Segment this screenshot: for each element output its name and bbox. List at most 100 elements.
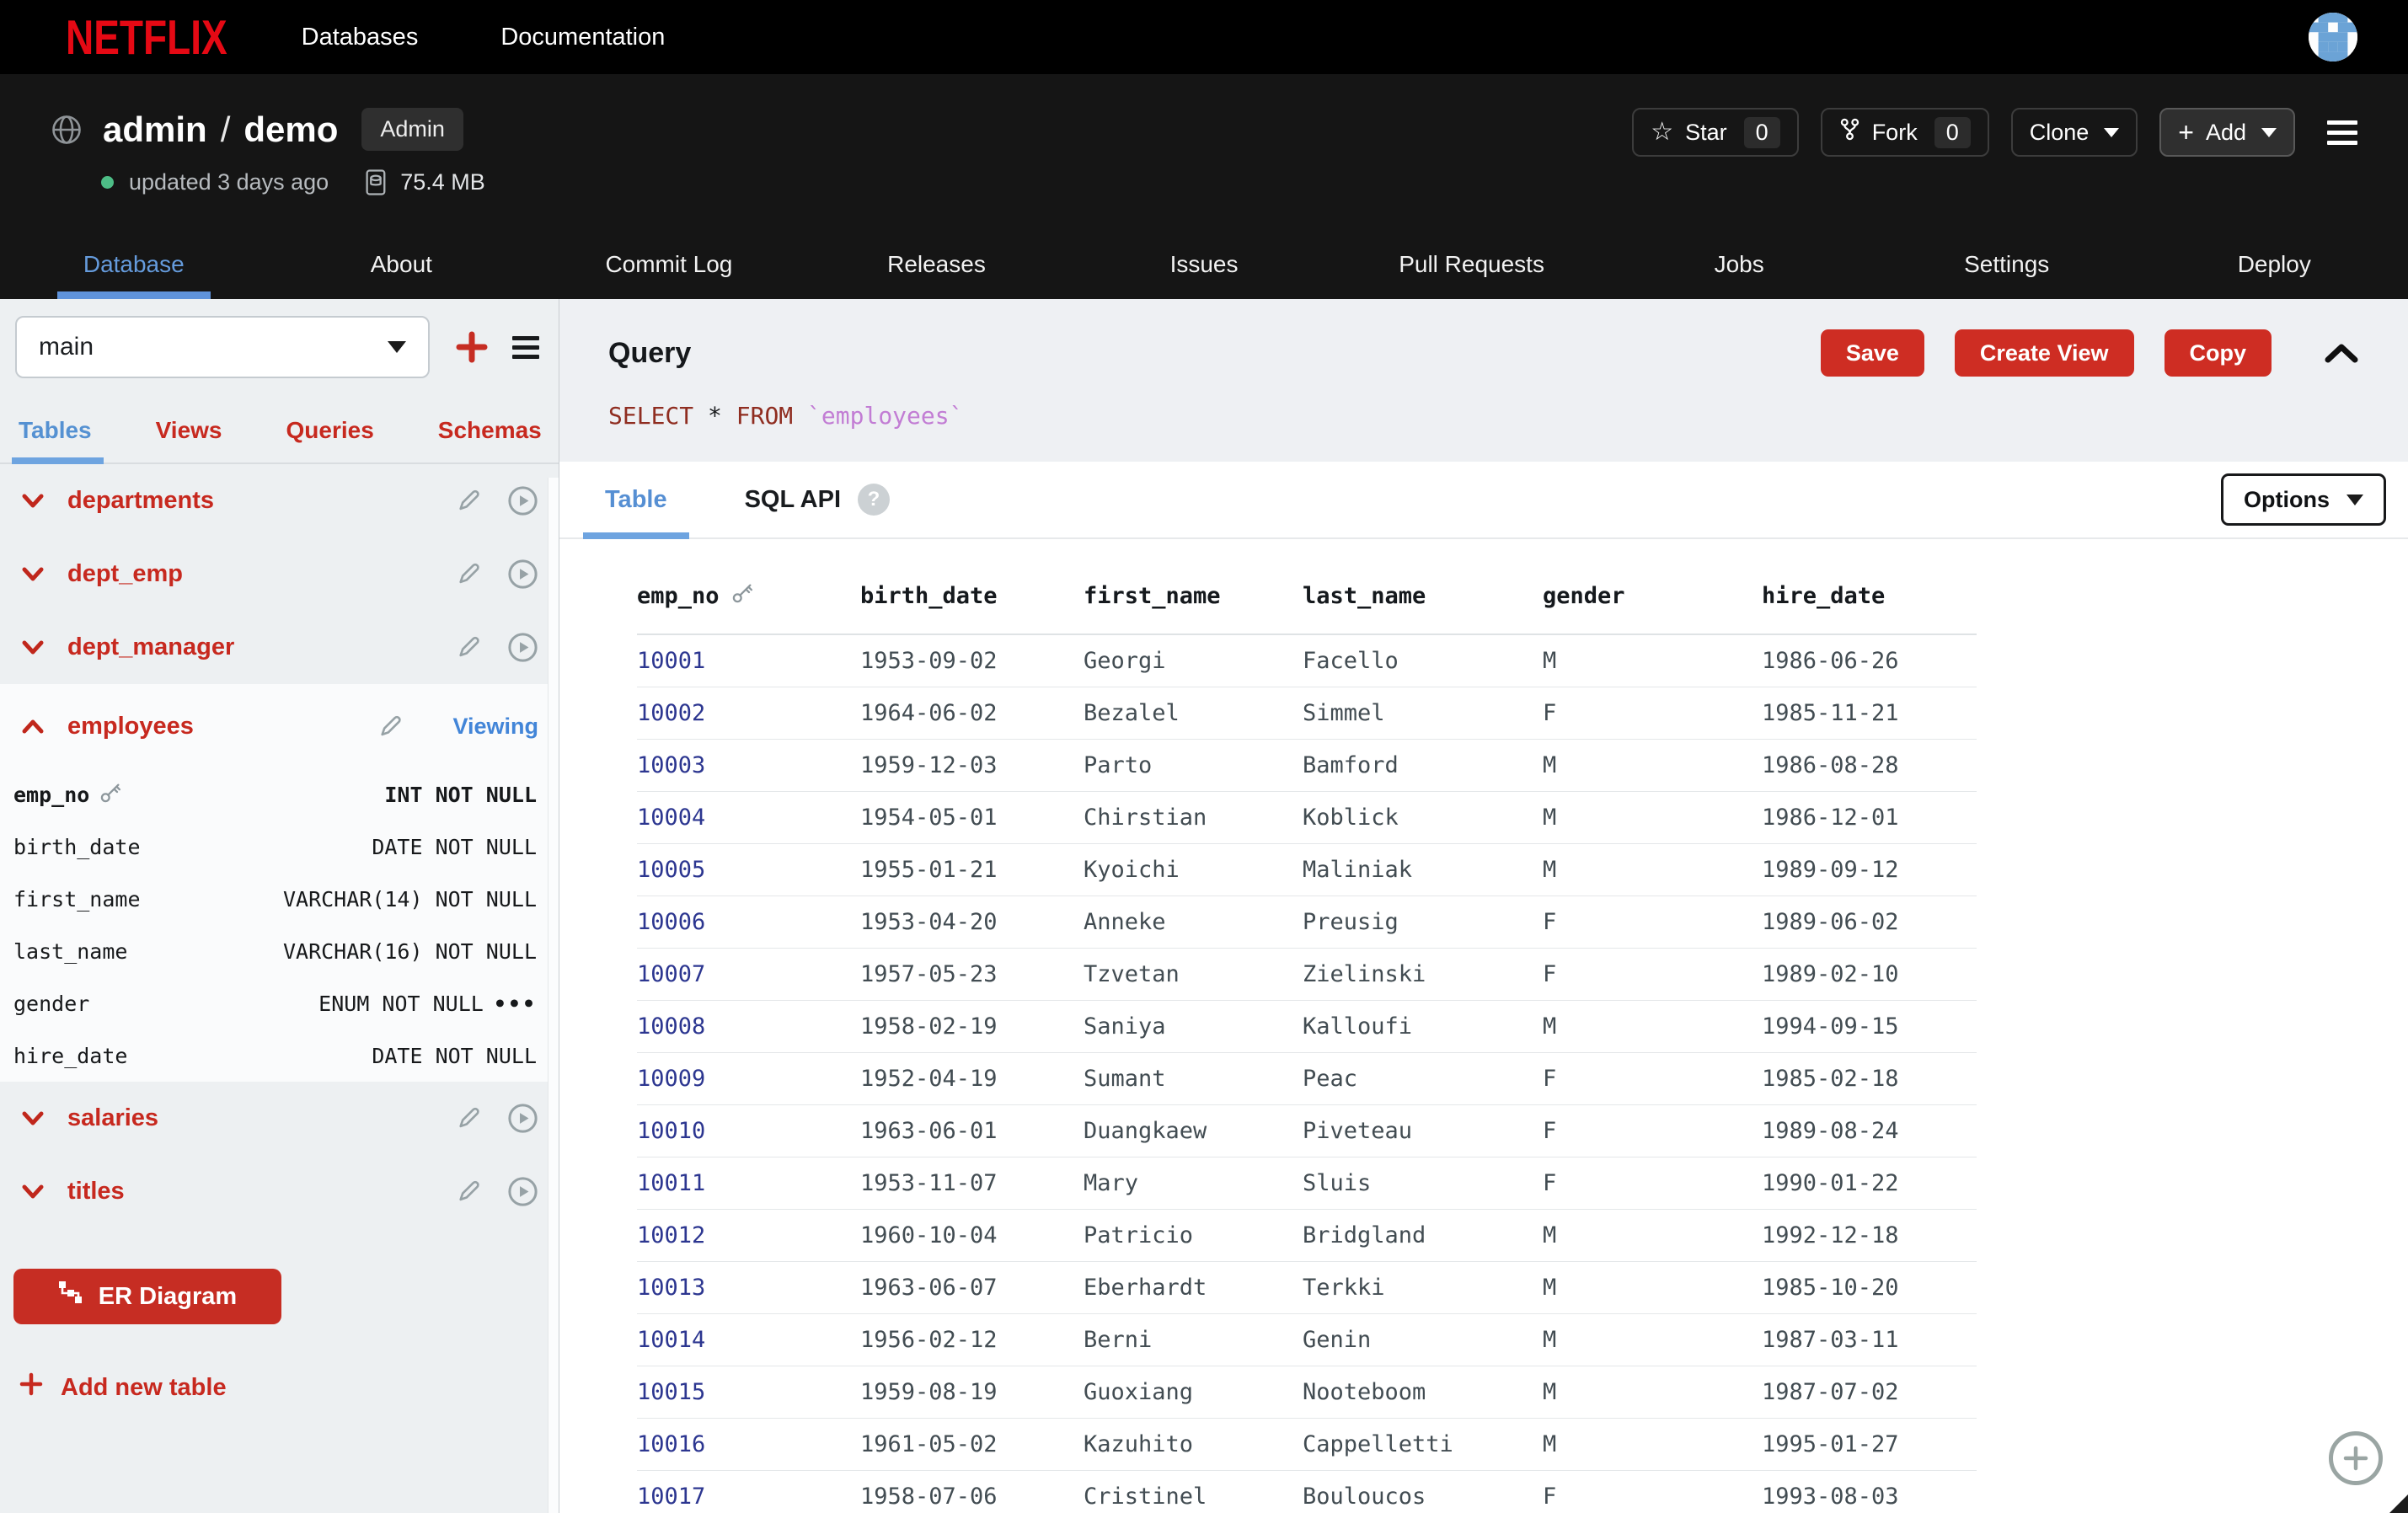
- cell-emp-no[interactable]: 10015: [637, 1366, 860, 1418]
- run-table-icon[interactable]: [507, 1176, 538, 1207]
- branch-selector[interactable]: main: [15, 316, 430, 378]
- table-cell: Bamford: [1303, 739, 1543, 791]
- repo-tab-issues[interactable]: Issues: [1070, 230, 1338, 299]
- run-table-icon[interactable]: [507, 559, 538, 590]
- table-cell: Tzvetan: [1084, 948, 1303, 1000]
- repo-name[interactable]: demo: [243, 110, 338, 150]
- edit-table-icon[interactable]: [454, 560, 482, 588]
- column-header-birth-date[interactable]: birth_date: [860, 581, 1084, 634]
- sidebar-tab-views[interactable]: Views: [156, 417, 222, 462]
- column-header-label: first_name: [1084, 583, 1221, 609]
- sidebar-scrollbar[interactable]: [548, 478, 559, 1513]
- table-cell: Mary: [1084, 1157, 1303, 1209]
- run-table-icon[interactable]: [507, 1103, 538, 1134]
- star-button[interactable]: ☆ Star 0: [1632, 108, 1798, 157]
- sidebar-menu-button[interactable]: [512, 336, 539, 359]
- cell-emp-no[interactable]: 10004: [637, 791, 860, 843]
- column-header-gender[interactable]: gender: [1543, 581, 1762, 634]
- run-table-icon[interactable]: [507, 632, 538, 663]
- column-header-last-name[interactable]: last_name: [1303, 581, 1543, 634]
- viewing-link[interactable]: Viewing: [452, 714, 538, 740]
- cell-emp-no[interactable]: 10012: [637, 1209, 860, 1261]
- cell-emp-no[interactable]: 10007: [637, 948, 860, 1000]
- repo-tab-pull-requests[interactable]: Pull Requests: [1338, 230, 1606, 299]
- cell-emp-no[interactable]: 10010: [637, 1104, 860, 1157]
- add-button[interactable]: + Add: [2159, 108, 2295, 157]
- repo-tab-settings[interactable]: Settings: [1873, 230, 2141, 299]
- add-row-floating-button[interactable]: [2329, 1431, 2383, 1485]
- sidebar-tab-schemas[interactable]: Schemas: [438, 417, 542, 462]
- cell-emp-no[interactable]: 10003: [637, 739, 860, 791]
- sidebar-item-employees[interactable]: employeesViewing: [0, 684, 559, 768]
- options-button[interactable]: Options: [2221, 473, 2386, 526]
- nav-link-documentation[interactable]: Documentation: [500, 24, 665, 51]
- er-diagram-button[interactable]: ER Diagram: [13, 1269, 281, 1324]
- collapse-query-button[interactable]: [2322, 341, 2361, 365]
- table-cell: 1989-06-02: [1762, 896, 1977, 948]
- edit-table-icon[interactable]: [454, 634, 482, 661]
- cell-emp-no[interactable]: 10006: [637, 896, 860, 948]
- repo-owner[interactable]: admin: [103, 110, 207, 150]
- cell-emp-no[interactable]: 10011: [637, 1157, 860, 1209]
- clone-button[interactable]: Clone: [2011, 108, 2138, 157]
- help-icon[interactable]: ?: [858, 484, 890, 516]
- run-table-icon[interactable]: [507, 485, 538, 516]
- repo-tab-releases[interactable]: Releases: [803, 230, 1071, 299]
- cell-emp-no[interactable]: 10005: [637, 843, 860, 896]
- add-new-table-button[interactable]: Add new table: [19, 1371, 227, 1403]
- cell-emp-no[interactable]: 10013: [637, 1261, 860, 1313]
- cell-emp-no[interactable]: 10009: [637, 1052, 860, 1104]
- sidebar-item-departments[interactable]: departments: [0, 464, 559, 537]
- row-icons: [454, 632, 538, 663]
- repo-tab-deploy[interactable]: Deploy: [2141, 230, 2408, 299]
- column-header-emp-no[interactable]: emp_no: [637, 581, 860, 634]
- table-cell: M: [1543, 739, 1762, 791]
- column-header-hire-date[interactable]: hire_date: [1762, 581, 1977, 634]
- repo-tab-label: Settings: [1964, 251, 2049, 278]
- edit-table-icon[interactable]: [454, 1178, 482, 1206]
- active-tab-underline: [57, 291, 211, 299]
- sql-statement[interactable]: SELECT * FROM `employees`: [559, 377, 2408, 462]
- row-icons: [454, 559, 538, 590]
- content-area: main Tables Views Queries Schemas departmen…: [0, 299, 2408, 1513]
- tab-sql-api[interactable]: SQL API ?: [723, 462, 912, 537]
- repo-tab-commit-log[interactable]: Commit Log: [535, 230, 803, 299]
- column-name: emp_no: [13, 781, 122, 809]
- table-cell: M: [1543, 1261, 1762, 1313]
- header-menu-button[interactable]: [2327, 120, 2357, 145]
- sidebar-item-salaries[interactable]: salaries: [0, 1082, 559, 1155]
- column-header-first-name[interactable]: first_name: [1084, 581, 1303, 634]
- more-options-icon[interactable]: •••: [494, 992, 537, 1016]
- repo-tab-about[interactable]: About: [268, 230, 536, 299]
- repo-tab-jobs[interactable]: Jobs: [1605, 230, 1873, 299]
- tab-table[interactable]: Table: [583, 462, 689, 537]
- nav-link-databases[interactable]: Databases: [302, 24, 419, 51]
- sidebar-tab-queries[interactable]: Queries: [286, 417, 374, 462]
- edit-table-icon[interactable]: [454, 1104, 482, 1132]
- table-cell: Maliniak: [1303, 843, 1543, 896]
- chevron-up-icon: [20, 717, 45, 735]
- row-icons: [454, 485, 538, 516]
- repo-tab-database[interactable]: Database: [0, 230, 268, 299]
- edit-table-icon[interactable]: [376, 713, 404, 740]
- copy-button[interactable]: Copy: [2165, 329, 2272, 377]
- table-cell: Anneke: [1084, 896, 1303, 948]
- edit-table-icon[interactable]: [454, 487, 482, 515]
- sidebar-item-dept-manager[interactable]: dept_manager: [0, 611, 559, 684]
- cell-emp-no[interactable]: 10017: [637, 1470, 860, 1513]
- sidebar-item-titles[interactable]: titles: [0, 1155, 559, 1228]
- cell-emp-no[interactable]: 10001: [637, 634, 860, 687]
- fork-button[interactable]: Fork 0: [1821, 108, 1989, 157]
- cell-emp-no[interactable]: 10014: [637, 1313, 860, 1366]
- create-view-button[interactable]: Create View: [1955, 329, 2134, 377]
- app-window: NETFLIX Databases Documentation: [0, 0, 2408, 1513]
- new-branch-button[interactable]: [453, 329, 490, 366]
- cell-emp-no[interactable]: 10008: [637, 1000, 860, 1052]
- sidebar-tab-tables[interactable]: Tables: [19, 417, 92, 462]
- user-avatar[interactable]: [2309, 13, 2357, 61]
- cell-emp-no[interactable]: 10016: [637, 1418, 860, 1470]
- save-button[interactable]: Save: [1821, 329, 1924, 377]
- netflix-logo[interactable]: NETFLIX: [66, 8, 227, 66]
- cell-emp-no[interactable]: 10002: [637, 687, 860, 739]
- sidebar-item-dept-emp[interactable]: dept_emp: [0, 537, 559, 611]
